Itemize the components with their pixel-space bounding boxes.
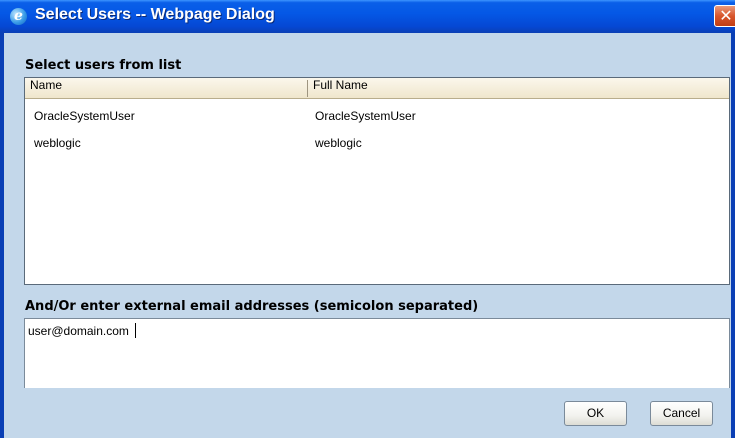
column-header-full-name[interactable]: Full Name [308,78,728,98]
email-input-value: user@domain.com [28,324,129,338]
dialog-window: e Select Users -- Webpage Dialog ✕ Selec… [0,0,735,438]
table-row[interactable]: weblogic weblogic [25,132,729,156]
table-row[interactable]: OracleSystemUser OracleSystemUser [25,105,729,129]
close-button[interactable]: ✕ [714,5,735,27]
title-bar[interactable]: e Select Users -- Webpage Dialog ✕ [0,0,735,33]
user-list[interactable]: Name Full Name OracleSystemUser OracleSy… [24,77,730,285]
email-label: And/Or enter external email addresses (s… [25,299,479,314]
list-header: Name Full Name [25,78,729,99]
window-title: Select Users -- Webpage Dialog [35,6,275,23]
column-header-name[interactable]: Name [25,78,307,98]
text-cursor [134,323,136,338]
user-name-cell: weblogic [34,136,81,150]
user-full-name-cell: weblogic [315,136,362,150]
user-name-cell: OracleSystemUser [34,109,135,123]
close-icon: ✕ [719,6,733,25]
ok-button[interactable]: OK [564,401,627,426]
email-input[interactable]: user@domain.com [24,318,730,388]
dialog-content: Select users from list Name Full Name Or… [4,33,731,438]
internet-explorer-icon: e [10,8,27,25]
user-list-label: Select users from list [25,58,182,73]
user-full-name-cell: OracleSystemUser [315,109,416,123]
cancel-button[interactable]: Cancel [650,401,713,426]
